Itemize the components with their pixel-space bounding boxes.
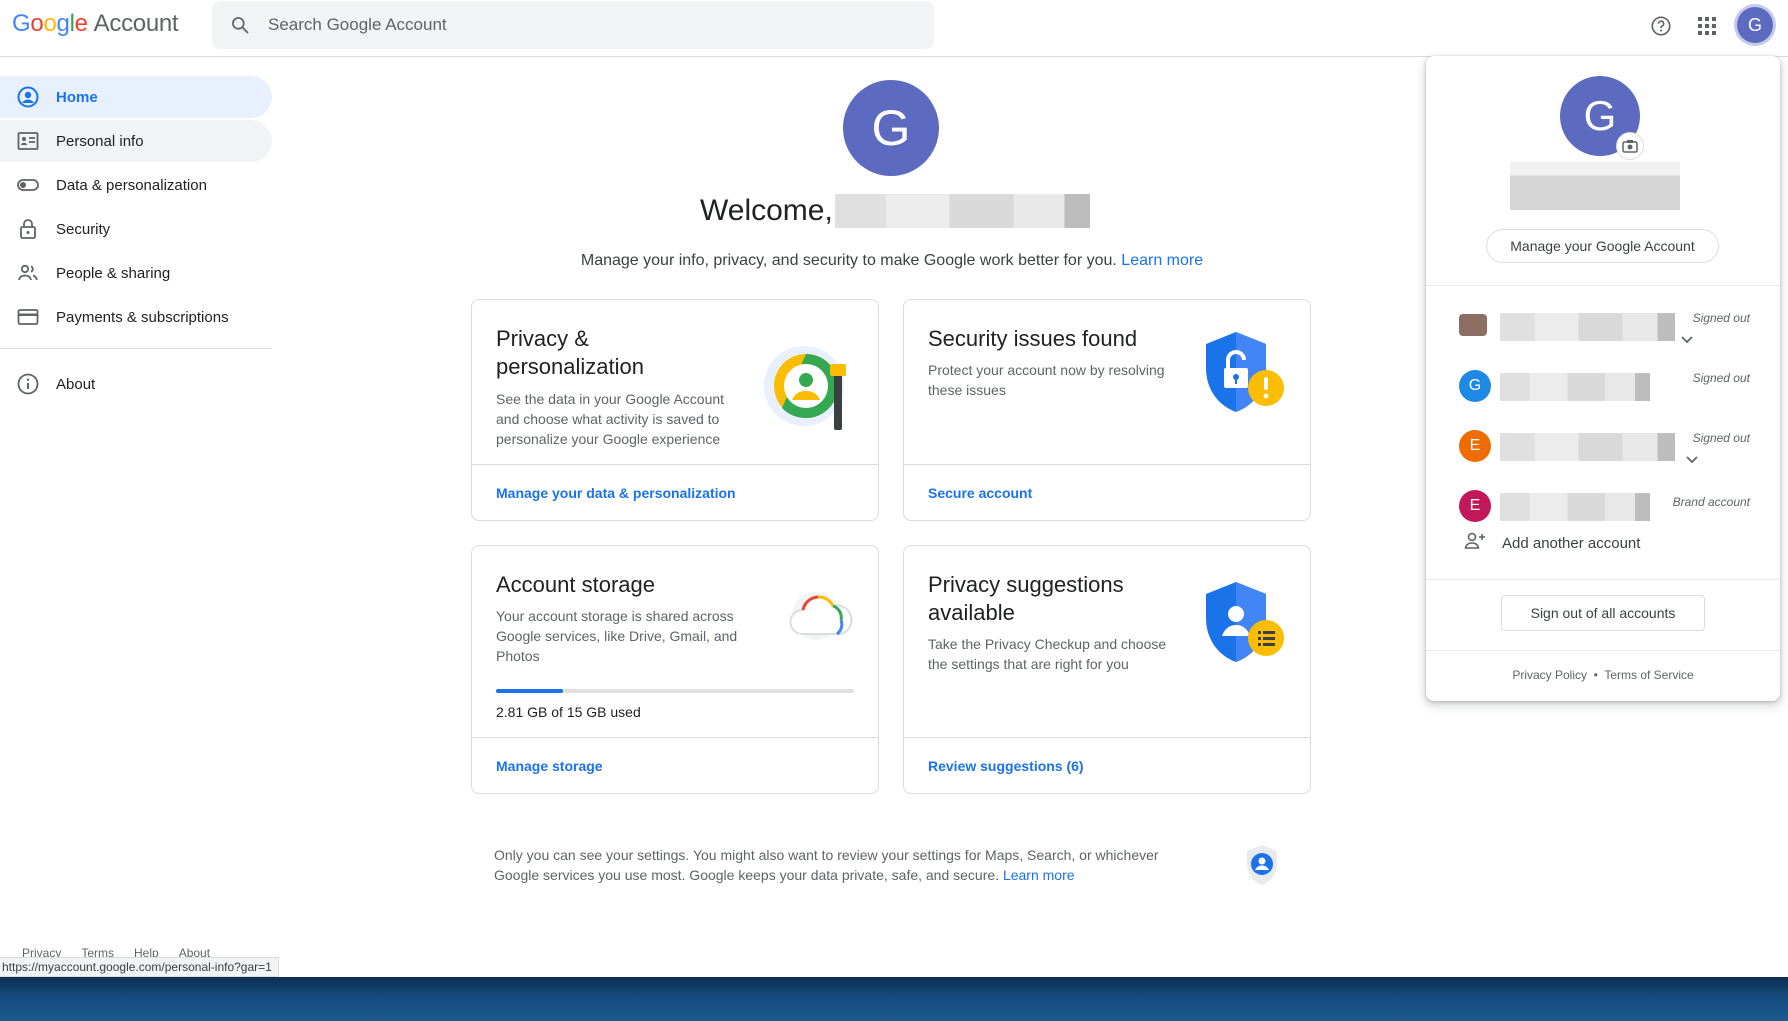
redacted-account-email [1500,433,1675,461]
privacy-note: Only you can see your settings. You migh… [494,847,1159,883]
separator-dot: • [1593,668,1598,682]
lock-icon [16,217,56,241]
manage-google-account-button[interactable]: Manage your Google Account [1486,229,1719,263]
review-suggestions-link[interactable]: Review suggestions (6) [904,737,1310,793]
os-taskbar [0,977,1788,1021]
sidebar-divider [0,348,272,349]
account-storage-card: Account storage Your account storage is … [471,545,879,794]
card-description: Take the Privacy Checkup and choose the … [928,636,1167,672]
privacy-checkup-shield-icon [1202,580,1288,673]
person-add-icon [1464,532,1502,554]
storage-progress-fill [496,689,563,693]
learn-more-link-bottom[interactable]: Learn more [1003,867,1075,883]
credit-card-icon [16,305,56,329]
account-avatar: E [1459,430,1491,462]
toggle-icon [16,173,56,197]
sidebar-nav: Home Personal info Data & personalizatio… [0,76,272,407]
sidebar-item-home[interactable]: Home [0,76,272,118]
account-row[interactable]: Signed out [1426,298,1780,354]
shield-person-icon [1244,843,1280,892]
help-icon[interactable] [1645,10,1677,42]
card-title: Privacy & personalization [496,326,644,379]
account-avatar: E [1459,490,1491,522]
info-icon [16,372,56,396]
card-title: Account storage [496,572,655,597]
redacted-account-email [1500,373,1650,401]
popup-footer-links: Privacy Policy • Terms of Service [1426,668,1780,682]
security-shield-warning-icon [1202,330,1288,423]
privacy-policy-link[interactable]: Privacy Policy [1512,668,1587,682]
account-row[interactable]: E Signed out [1426,418,1780,474]
app-header: Google Account Search Google Account G [0,0,1788,57]
search-icon [212,15,268,35]
storage-progress-bar [496,689,854,693]
terms-of-service-link[interactable]: Terms of Service [1604,668,1693,682]
popup-divider [1426,650,1780,651]
learn-more-link[interactable]: Learn more [1121,252,1203,269]
cloud-storage-icon [784,586,856,651]
redacted-account-name [1510,162,1680,210]
sidebar-item-about[interactable]: About [0,363,272,405]
privacy-personalization-icon [762,342,858,443]
redacted-account-email [1500,493,1650,521]
account-avatar-button[interactable]: G [1737,7,1773,43]
account-circle-icon [16,85,56,109]
account-row[interactable]: E Brand account [1426,478,1780,534]
card-description: Your account storage is shared across Go… [496,608,738,664]
privacy-suggestions-card: Privacy suggestions available Take the P… [903,545,1311,794]
id-card-icon [16,129,56,153]
account-row[interactable]: G Signed out [1426,358,1780,414]
card-description: Protect your account now by resolving th… [928,362,1165,398]
camera-icon[interactable] [1616,132,1644,160]
search-bar[interactable]: Search Google Account [212,1,934,49]
secure-account-link[interactable]: Secure account [904,464,1310,520]
status-bar-url: https://myaccount.google.com/personal-in… [0,957,279,977]
privacy-personalization-card: Privacy & personalization See the data i… [471,299,879,521]
account-switcher-popup: G Manage your Google Account Signed out … [1426,56,1780,701]
manage-data-link[interactable]: Manage your data & personalization [472,464,878,520]
security-issues-card: Security issues found Protect your accou… [903,299,1311,521]
sidebar-item-personal-info[interactable]: Personal info [0,120,272,162]
account-photo-avatar [1459,314,1487,336]
google-account-logo[interactable]: Google Account [12,10,179,38]
redacted-account-email [1500,313,1675,341]
storage-used-text: 2.81 GB of 15 GB used [496,704,641,720]
welcome-heading: Welcome, [700,194,1090,228]
chevron-down-icon[interactable] [1686,451,1698,469]
sidebar-item-data-personalization[interactable]: Data & personalization [0,164,272,206]
popup-divider [1426,579,1780,580]
add-another-account-button[interactable]: Add another account [1464,532,1640,554]
chevron-down-icon[interactable] [1681,331,1693,349]
apps-grid-icon[interactable] [1691,10,1723,42]
account-avatar: G [1459,370,1491,402]
card-title: Security issues found [928,326,1138,351]
manage-storage-link[interactable]: Manage storage [472,737,878,793]
search-input[interactable]: Search Google Account [268,15,447,35]
popup-divider [1426,285,1780,286]
card-description: See the data in your Google Account and … [496,391,725,447]
sidebar-item-payments[interactable]: Payments & subscriptions [0,296,272,338]
redacted-name [834,194,1090,228]
profile-avatar[interactable]: G [843,80,939,176]
card-title: Privacy suggestions available [928,572,1124,625]
sign-out-all-button[interactable]: Sign out of all accounts [1501,595,1705,631]
sidebar-item-security[interactable]: Security [0,208,272,250]
